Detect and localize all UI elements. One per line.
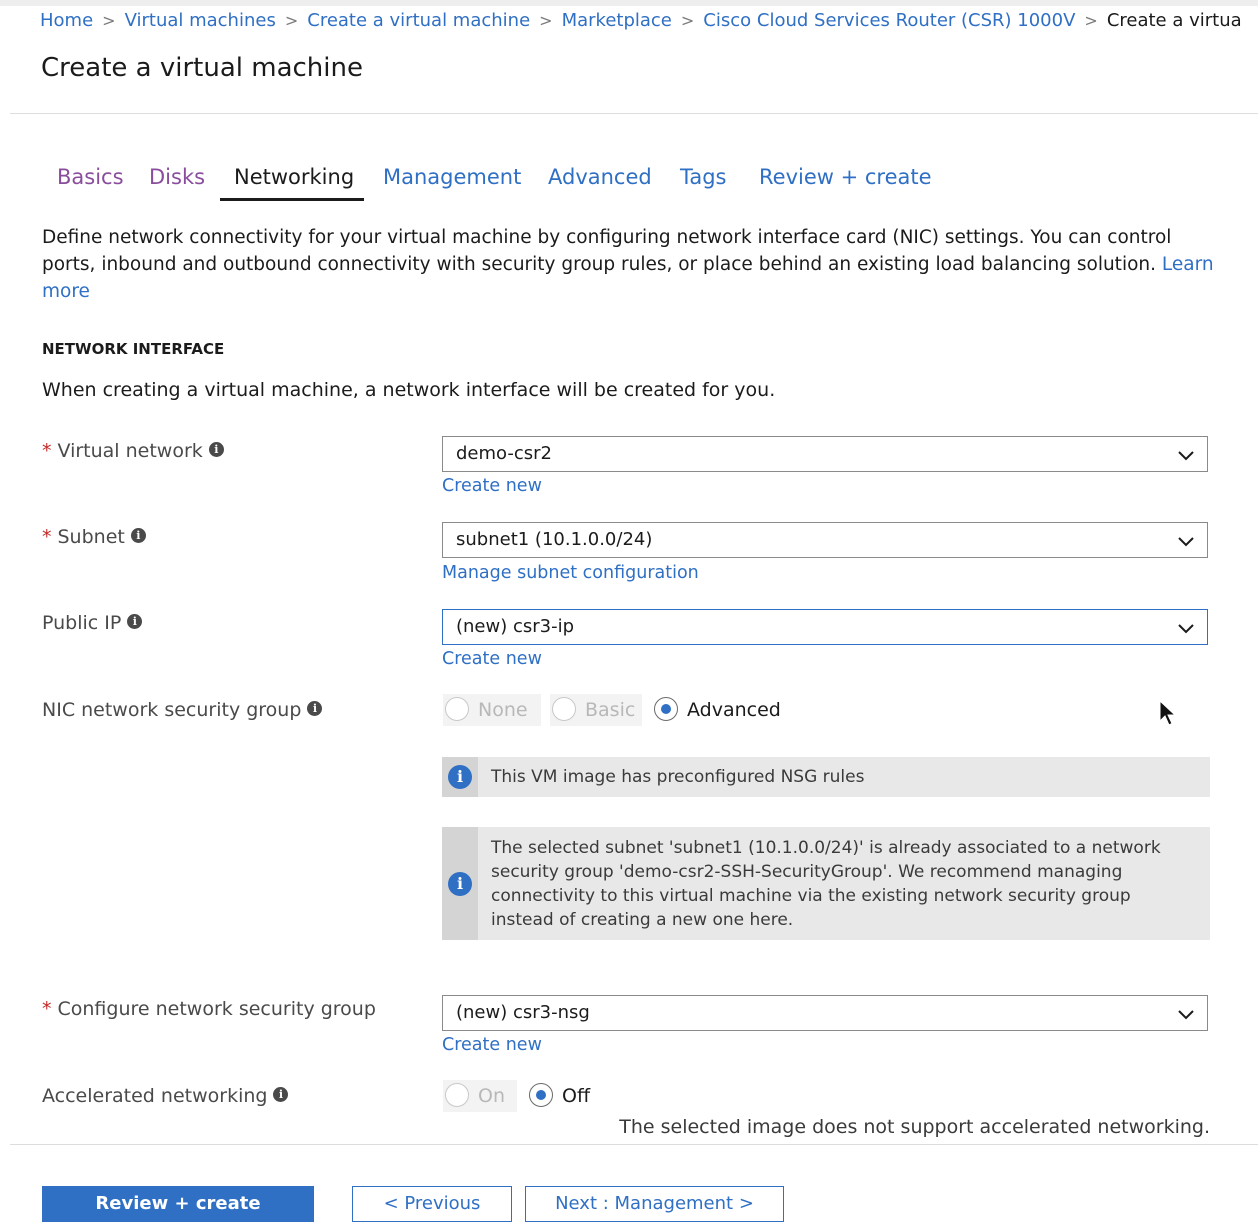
chevron-down-icon <box>1178 624 1194 634</box>
subnet-label: * Subnet i <box>42 523 146 551</box>
section-heading: NETWORK INTERFACE <box>42 340 225 358</box>
create-new-nsg-link[interactable]: Create new <box>442 1033 542 1057</box>
subnet-value: subnet1 (10.1.0.0/24) <box>456 529 653 550</box>
public-ip-value: (new) csr3-ip <box>456 616 575 637</box>
nsg-radio-basic[interactable]: Basic <box>552 695 642 725</box>
radio-selected-icon <box>654 697 678 721</box>
breadcrumb-separator-icon: > <box>1084 11 1098 30</box>
info-icon[interactable]: i <box>130 528 146 543</box>
networking-description: Define network connectivity for your vir… <box>42 224 1217 305</box>
virtual-network-value: demo-csr2 <box>456 443 553 464</box>
radio-selected-icon <box>529 1083 553 1107</box>
breadcrumb-virtual-machines[interactable]: Virtual machines <box>125 10 276 31</box>
info-icon[interactable]: i <box>307 701 323 716</box>
info-icon[interactable]: i <box>127 614 143 629</box>
configure-nsg-value: (new) csr3-nsg <box>456 1002 590 1023</box>
virtual-network-label-text: Virtual network <box>57 440 203 462</box>
nsg-radio-advanced[interactable]: Advanced <box>654 695 794 725</box>
tab-tags[interactable]: Tags <box>680 162 727 192</box>
radio-button-icon <box>445 1083 469 1107</box>
subnet-label-text: Subnet <box>57 526 125 548</box>
breadcrumb-separator-icon: > <box>284 11 299 30</box>
accelerated-radio-off-label: Off <box>562 1085 591 1107</box>
chevron-down-icon <box>1178 537 1194 547</box>
info-icon[interactable]: i <box>208 442 224 457</box>
active-tab-indicator <box>220 198 364 201</box>
required-marker: * <box>42 998 52 1020</box>
subnet-nsg-notice-text: The selected subnet 'subnet1 (10.1.0.0/2… <box>491 838 1161 930</box>
header-divider <box>10 113 1258 114</box>
nic-nsg-label-text: NIC network security group <box>42 699 302 721</box>
breadcrumb-current: Create a virtua <box>1106 10 1242 31</box>
footer-divider <box>10 1144 1258 1145</box>
accelerated-radio-off[interactable]: Off <box>529 1081 599 1111</box>
required-marker: * <box>42 526 52 548</box>
tab-advanced[interactable]: Advanced <box>548 162 652 192</box>
review-create-button[interactable]: Review + create <box>42 1186 314 1222</box>
breadcrumb-home[interactable]: Home <box>40 10 93 31</box>
next-management-button[interactable]: Next : Management > <box>525 1186 784 1222</box>
breadcrumb-create-vm[interactable]: Create a virtual machine <box>307 10 530 31</box>
tab-disks[interactable]: Disks <box>149 162 205 192</box>
tab-basics[interactable]: Basics <box>57 162 124 192</box>
virtual-network-label: * Virtual network i <box>42 437 224 465</box>
previous-button[interactable]: < Previous <box>352 1186 512 1222</box>
nic-nsg-label: NIC network security group i <box>42 696 323 724</box>
section-text: When creating a virtual machine, a netwo… <box>42 379 776 401</box>
accelerated-radio-on[interactable]: On <box>445 1081 515 1111</box>
virtual-network-select[interactable]: demo-csr2 <box>442 436 1208 472</box>
manage-subnet-configuration-link[interactable]: Manage subnet configuration <box>442 561 699 585</box>
tab-review-create[interactable]: Review + create <box>759 162 932 192</box>
info-icon: i <box>448 765 472 789</box>
page-title: Create a virtual machine <box>41 53 363 83</box>
public-ip-label-text: Public IP <box>42 612 122 634</box>
configure-nsg-select[interactable]: (new) csr3-nsg <box>442 995 1208 1031</box>
create-new-virtual-network-link[interactable]: Create new <box>442 474 542 498</box>
nsg-radio-none-label: None <box>478 699 528 721</box>
nsg-radio-advanced-label: Advanced <box>687 699 781 721</box>
chevron-down-icon <box>1178 1010 1194 1020</box>
mouse-pointer-icon <box>1159 700 1176 726</box>
nsg-radio-none[interactable]: None <box>445 695 535 725</box>
description-text: Define network connectivity for your vir… <box>42 227 1172 275</box>
radio-button-icon <box>445 697 469 721</box>
breadcrumb-marketplace[interactable]: Marketplace <box>562 10 672 31</box>
public-ip-select[interactable]: (new) csr3-ip <box>442 609 1208 645</box>
nsg-radio-basic-label: Basic <box>585 699 636 721</box>
configure-nsg-label: * Configure network security group <box>42 995 376 1023</box>
tab-management[interactable]: Management <box>383 162 521 192</box>
breadcrumb-separator-icon: > <box>102 11 116 30</box>
info-icon[interactable]: i <box>273 1087 289 1102</box>
subnet-nsg-notice: i The selected subnet 'subnet1 (10.1.0.0… <box>442 827 1210 940</box>
top-strip <box>0 0 1258 6</box>
create-new-public-ip-link[interactable]: Create new <box>442 647 542 671</box>
accelerated-networking-label: Accelerated networking i <box>42 1082 289 1110</box>
required-marker: * <box>42 440 52 462</box>
accelerated-networking-label-text: Accelerated networking <box>42 1085 268 1107</box>
info-icon: i <box>448 872 472 896</box>
tab-networking[interactable]: Networking <box>234 162 354 192</box>
public-ip-label: Public IP i <box>42 609 143 637</box>
nsg-rules-notice: i This VM image has preconfigured NSG ru… <box>442 757 1210 797</box>
radio-button-icon <box>552 697 576 721</box>
breadcrumb-separator-icon: > <box>680 11 695 30</box>
chevron-down-icon <box>1178 451 1194 461</box>
breadcrumb-cisco-csr[interactable]: Cisco Cloud Services Router (CSR) 1000V <box>703 10 1075 31</box>
breadcrumb: Home > Virtual machines > Create a virtual m… <box>40 9 1242 33</box>
nsg-rules-notice-text: This VM image has preconfigured NSG rule… <box>491 767 865 787</box>
configure-nsg-label-text: Configure network security group <box>57 998 376 1020</box>
accelerated-networking-note: The selected image does not support acce… <box>619 1116 1210 1138</box>
subnet-select[interactable]: subnet1 (10.1.0.0/24) <box>442 522 1208 558</box>
breadcrumb-separator-icon: > <box>539 11 553 30</box>
accelerated-radio-on-label: On <box>478 1085 505 1107</box>
